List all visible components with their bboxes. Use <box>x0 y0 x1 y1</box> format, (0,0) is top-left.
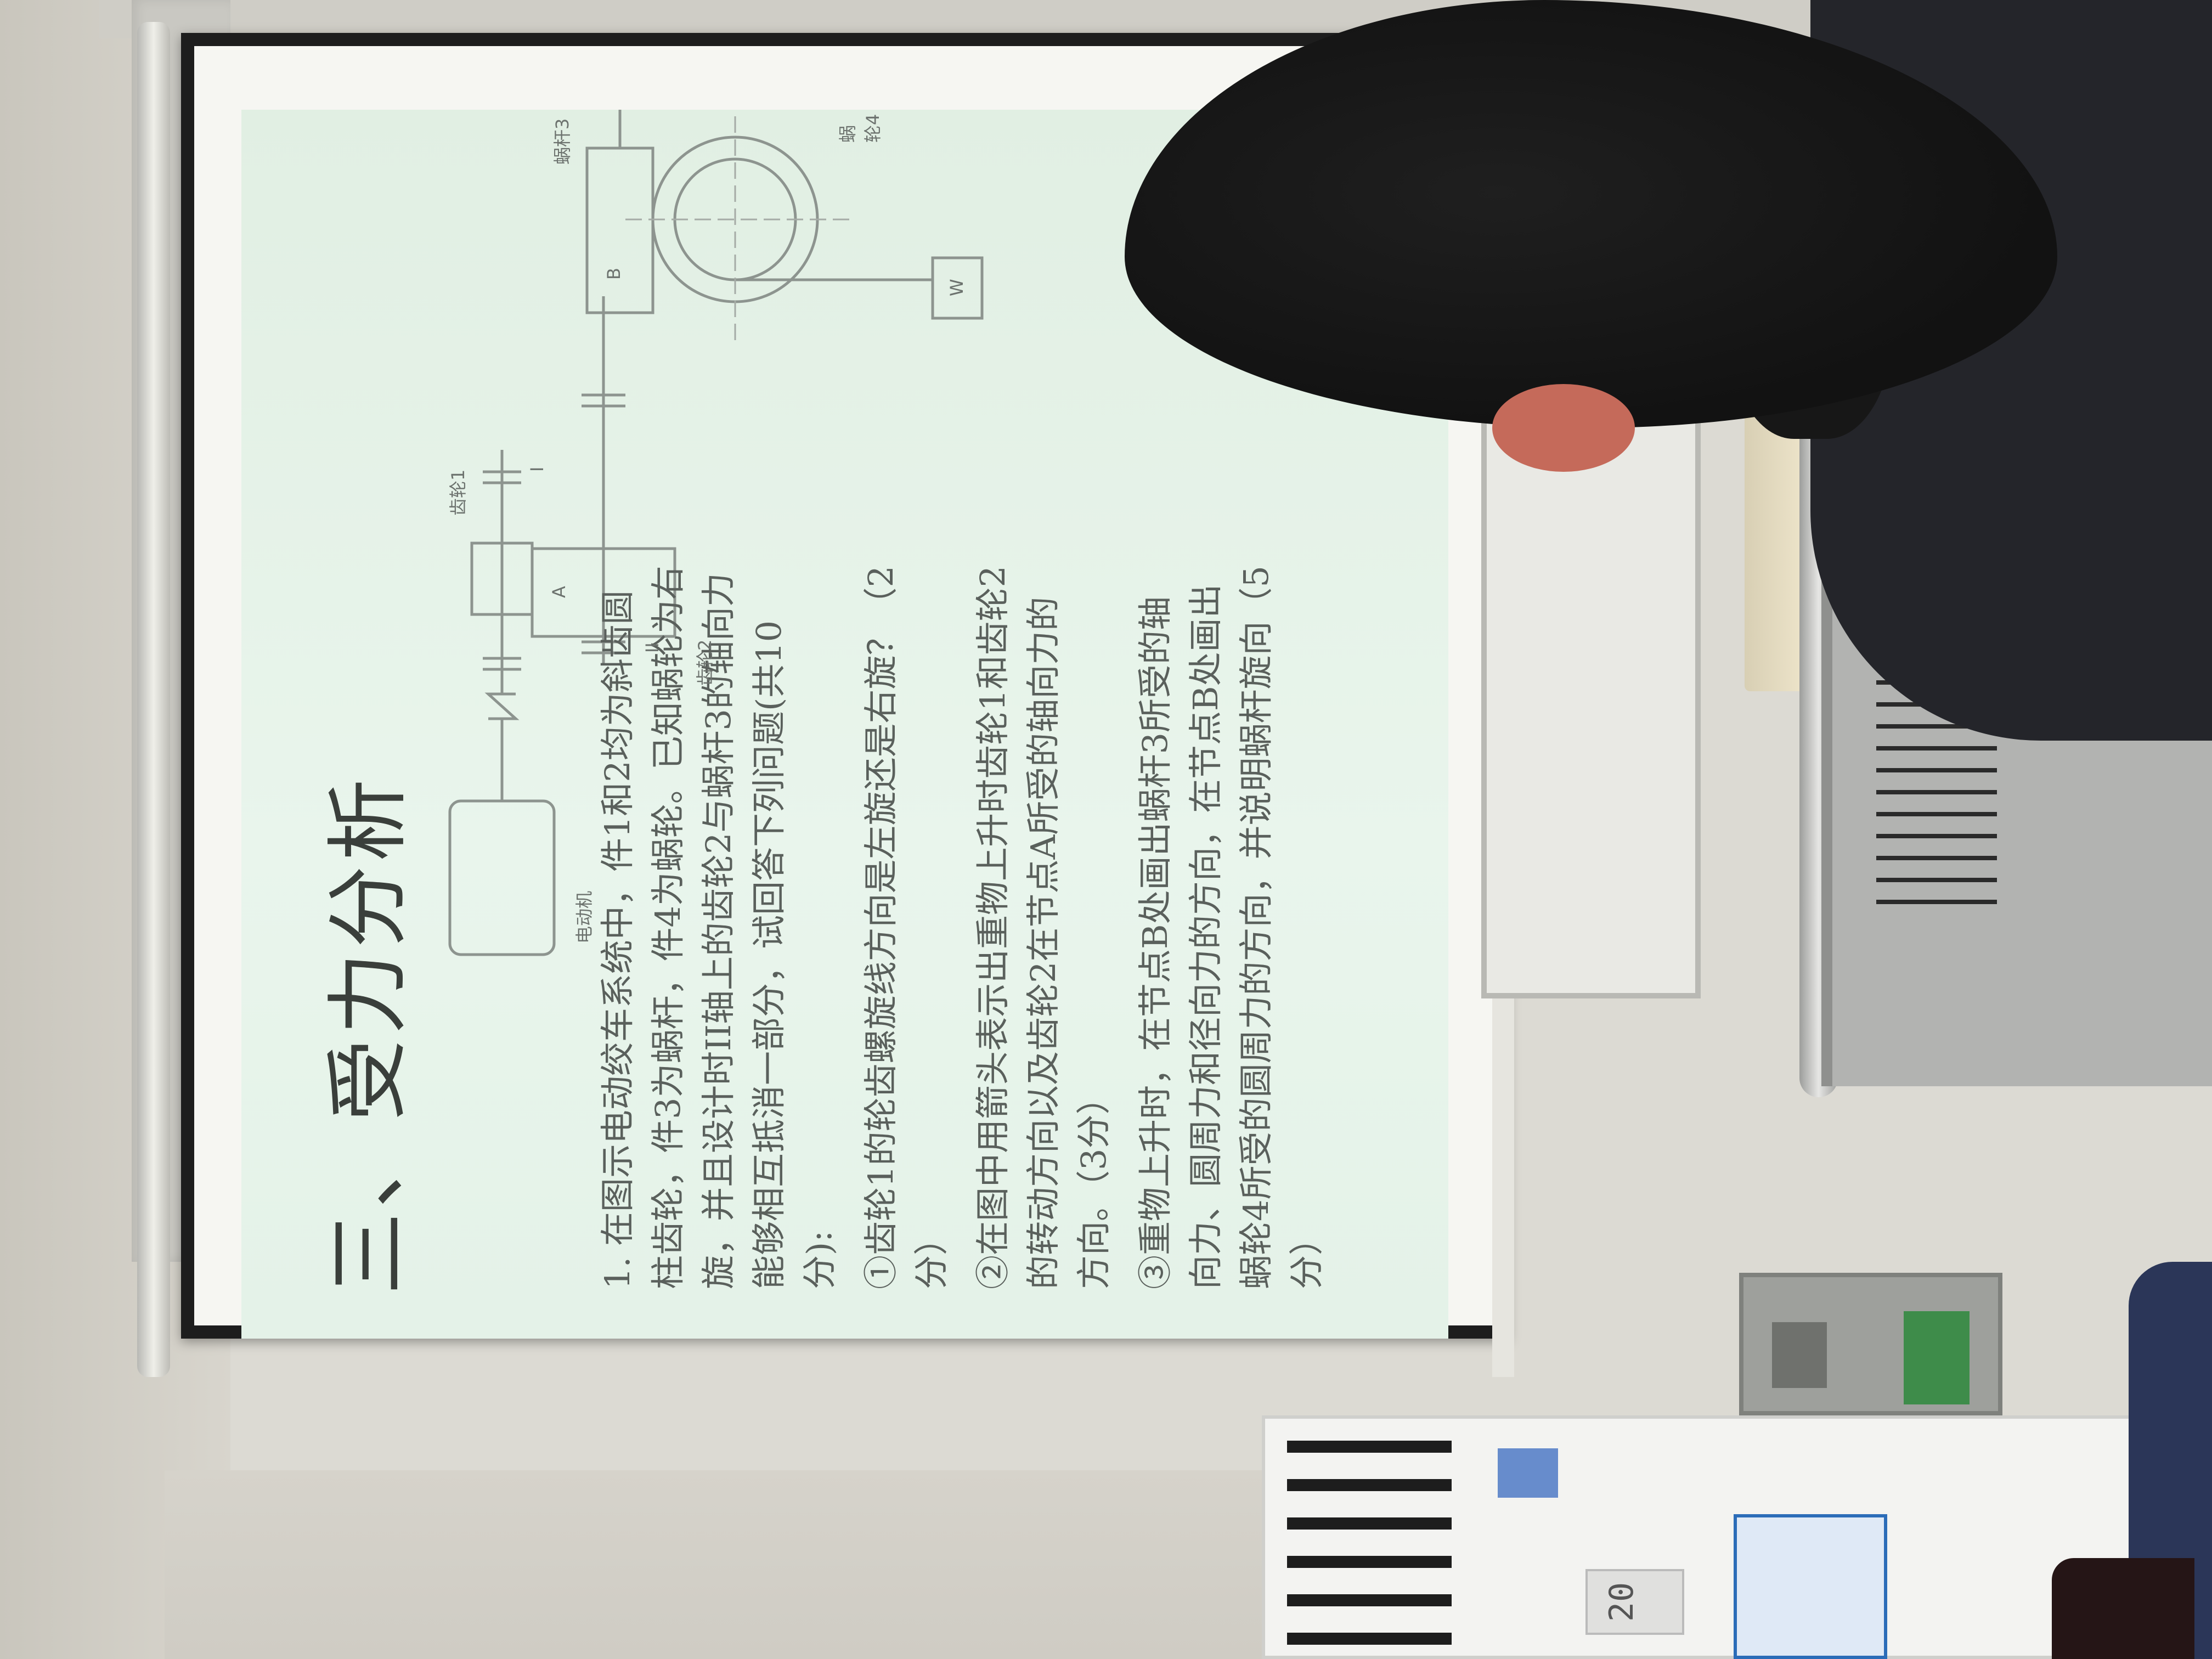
shaft-I-label: I <box>527 466 548 472</box>
vent-slot <box>1876 746 1997 751</box>
wall-corner <box>165 1470 1372 1659</box>
question-1: ①齿轮1的轮齿螺旋线方向是左旋还是右旋？（2分） <box>861 566 951 1289</box>
gear2-label: 齿轮2 <box>695 639 715 686</box>
vent-slot <box>1876 834 1997 838</box>
motor-label: 电动机 <box>574 890 595 944</box>
vent-slot <box>1876 878 1997 882</box>
vent-slot <box>1876 856 1997 860</box>
question-2: ②在图中用箭头表示出重物上升时齿轮1和齿轮2的转动方向以及齿轮2在节点A所受的轴… <box>973 566 1114 1289</box>
vent-slot <box>1876 812 1997 816</box>
weight-label: W <box>946 279 967 296</box>
question-intro: 1. 在图示电动绞车系统中，件1和2均为斜齿圆柱齿轮，件3为蜗杆，件4为蜗轮。已… <box>597 566 839 1289</box>
ac-slat <box>1287 1441 1452 1453</box>
wormwheel4-label: 蜗轮4 <box>837 114 883 143</box>
phone-corner <box>2052 1558 2194 1659</box>
ac-slat <box>1287 1556 1452 1568</box>
coupling-symbol <box>484 692 520 720</box>
ac-slat <box>1287 1594 1452 1606</box>
ac-slat <box>1287 1633 1452 1645</box>
projector-screen-case <box>137 22 170 1377</box>
meter-window <box>1772 1322 1827 1388</box>
worm3-label: 蜗杆3 <box>552 118 573 165</box>
energy-label-icon <box>1498 1448 1558 1498</box>
vent-slot <box>1876 768 1997 772</box>
vent-slot <box>1876 900 1997 904</box>
ac-slat <box>1287 1479 1452 1491</box>
ac-info-sticker <box>1734 1514 1887 1659</box>
question-3: ③重物上升时，在节点B处画出蜗杆3所受的轴向力、圆周力和径向力的方向，在节点B处… <box>1135 566 1327 1289</box>
slide-title: 三、受力分析 <box>321 774 416 1295</box>
breaker-switch <box>1904 1311 1970 1404</box>
shaft-II-label: II <box>642 642 663 653</box>
person-ear <box>1492 384 1635 472</box>
gear1-label: 齿轮1 <box>448 469 469 516</box>
node-A-label: A <box>549 586 569 598</box>
ac-temperature: 20 <box>1602 1582 1641 1622</box>
vent-slot <box>1876 790 1997 794</box>
ac-slat <box>1287 1517 1452 1530</box>
worm3-shape <box>585 146 654 314</box>
motor-shape <box>448 799 556 956</box>
node-B-label: B <box>603 268 624 280</box>
